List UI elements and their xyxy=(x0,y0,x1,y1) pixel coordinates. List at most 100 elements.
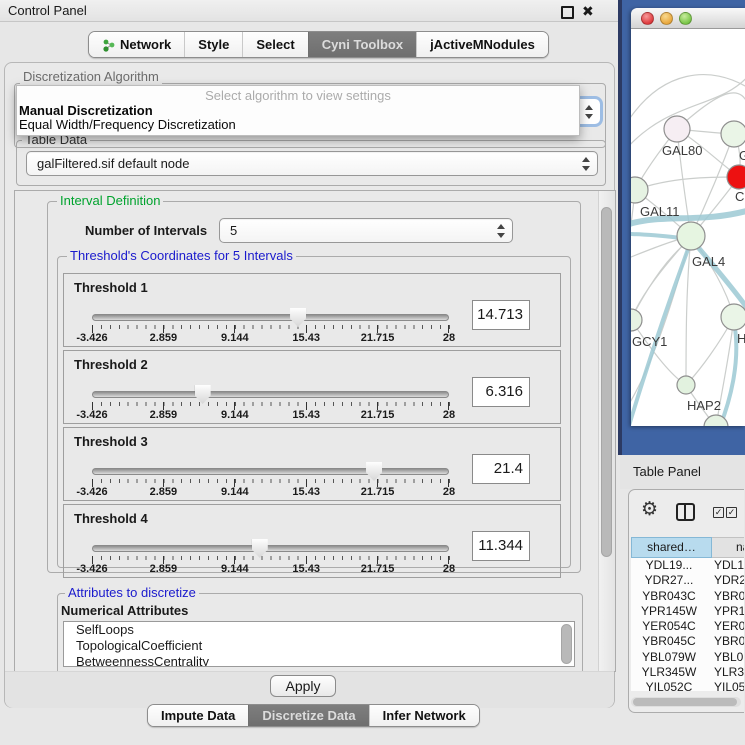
threshold-slider-track[interactable] xyxy=(92,545,449,552)
table-row[interactable]: YBR043CYBR04 xyxy=(631,589,744,604)
combo-arrows-icon xyxy=(582,157,590,171)
gear-icon[interactable]: ⚙ xyxy=(641,498,658,521)
number-of-intervals-label: Number of Intervals xyxy=(85,223,207,238)
close-traffic-light-icon[interactable] xyxy=(641,12,654,25)
column-header-name[interactable]: name xyxy=(712,537,744,558)
close-icon[interactable]: ✖ xyxy=(582,2,594,20)
network-window-titlebar xyxy=(631,8,745,29)
network-node[interactable] xyxy=(721,121,745,147)
checkbox-icon[interactable]: ✓ xyxy=(726,507,737,518)
number-of-intervals-combobox[interactable]: 5 xyxy=(219,218,513,243)
slider-tick-label: -3.426 xyxy=(76,563,107,575)
table-row[interactable]: YBL079WYBL07 xyxy=(631,650,744,665)
dropdown-option-equal-width[interactable]: Equal Width/Frequency Discretization xyxy=(19,117,236,132)
node-label: GAL11 xyxy=(640,204,680,219)
table-row[interactable]: YDR27...YDR27 xyxy=(631,573,744,588)
float-window-icon[interactable] xyxy=(561,6,574,19)
name-cell: YBR04 xyxy=(707,589,744,604)
slider-tick-label: 28 xyxy=(443,486,455,498)
network-window: GAL80GALCGAL11GAL4GCY1HHAP2 xyxy=(631,8,745,426)
shared-name-cell: YDL19... xyxy=(631,558,707,573)
tab-label: jActiveMNodules xyxy=(430,37,535,52)
table-data-combobox[interactable]: galFiltered.sif default node xyxy=(26,151,598,176)
slider-tick-label: 2.859 xyxy=(150,332,178,344)
table-columns-icon[interactable] xyxy=(676,503,695,521)
name-cell: YER05 xyxy=(707,619,744,634)
name-cell: YLR34 xyxy=(707,665,744,680)
table-row[interactable]: YLR345WYLR34 xyxy=(631,665,744,680)
settings-scrollbar[interactable] xyxy=(598,191,615,671)
column-header-shared-name[interactable]: shared… xyxy=(631,537,712,558)
slider-tick-label: 15.43 xyxy=(292,332,320,344)
settings-scrollbar-thumb[interactable] xyxy=(601,207,612,557)
dropdown-prompt: Select algorithm to view settings xyxy=(17,88,579,103)
slider-ticks xyxy=(92,325,450,333)
attribute-list-item[interactable]: BetweennessCentrality xyxy=(64,654,574,667)
tab-network[interactable]: Network xyxy=(89,32,184,57)
interval-definition-label: Interval Definition xyxy=(57,194,163,208)
name-cell: YPR14 xyxy=(707,604,744,619)
network-node[interactable] xyxy=(631,309,642,331)
bottom-tab-impute-data[interactable]: Impute Data xyxy=(148,705,248,726)
tab-jactivemnodules[interactable]: jActiveMNodules xyxy=(416,32,548,57)
threshold-value-field[interactable]: 14.713 xyxy=(472,300,530,330)
dropdown-option-manual-discretization[interactable]: Manual Discretization xyxy=(19,103,153,118)
threshold-slider-track[interactable] xyxy=(92,391,449,398)
threshold-label: Threshold 3 xyxy=(74,434,148,449)
numerical-attributes-label: Numerical Attributes xyxy=(61,603,188,618)
bottom-tab-discretize-data[interactable]: Discretize Data xyxy=(248,705,368,726)
network-node[interactable] xyxy=(721,304,745,330)
network-node[interactable] xyxy=(727,165,745,189)
list-scrollbar-thumb[interactable] xyxy=(561,624,572,664)
apply-button[interactable]: Apply xyxy=(270,675,336,697)
network-node[interactable] xyxy=(631,177,648,203)
table-hscrollbar[interactable] xyxy=(631,697,741,707)
combo-arrows-icon xyxy=(497,224,505,238)
network-node[interactable] xyxy=(677,222,705,250)
tab-label: Network xyxy=(120,37,171,52)
slider-tick-label: 9.144 xyxy=(221,332,249,344)
network-canvas[interactable]: GAL80GALCGAL11GAL4GCY1HHAP2 xyxy=(631,29,745,426)
name-cell: YBR04 xyxy=(707,634,744,649)
zoom-traffic-light-icon[interactable] xyxy=(679,12,692,25)
attributes-group-label: Attributes to discretize xyxy=(65,586,199,600)
table-data-selected-value: galFiltered.sif default node xyxy=(37,156,189,171)
table-panel: ⚙ ✓ ✓ shared… name YDL19...YDL19YDR27...… xyxy=(628,489,744,713)
table-row[interactable]: YER054CYER05 xyxy=(631,619,744,634)
shared-name-cell: YBR043C xyxy=(631,589,707,604)
slider-tick-label: -3.426 xyxy=(76,409,107,421)
bottom-tab-infer-network[interactable]: Infer Network xyxy=(369,705,479,726)
threshold-value-field[interactable]: 21.4 xyxy=(472,454,530,484)
table-row[interactable]: YIL052CYIL05 xyxy=(631,680,744,691)
algorithm-dropdown-popup: Select algorithm to view settings Manual… xyxy=(16,85,580,136)
combo-arrows-icon xyxy=(585,105,593,119)
slider-tick-label: 9.144 xyxy=(221,409,249,421)
checkbox-icon[interactable]: ✓ xyxy=(713,507,724,518)
attribute-list-item[interactable]: SelfLoops xyxy=(64,622,574,638)
network-node[interactable] xyxy=(677,376,695,394)
table-hscrollbar-thumb[interactable] xyxy=(633,698,737,706)
settings-scroll-area: Interval Definition Number of Intervals … xyxy=(14,190,616,672)
numerical-attributes-list[interactable]: SelfLoopsTopologicalCoefficientBetweenne… xyxy=(63,621,575,667)
threshold-slider-track[interactable] xyxy=(92,314,449,321)
tab-label: Impute Data xyxy=(161,708,235,723)
tab-select[interactable]: Select xyxy=(242,32,307,57)
slider-tick-label: 21.715 xyxy=(361,409,395,421)
node-label: GAL4 xyxy=(692,254,725,269)
tab-cyni-toolbox[interactable]: Cyni Toolbox xyxy=(308,32,416,57)
table-row[interactable]: YPR145WYPR14 xyxy=(631,604,744,619)
table-row[interactable]: YDL19...YDL19 xyxy=(631,558,744,573)
threshold-value-field[interactable]: 11.344 xyxy=(472,531,530,561)
bottom-tab-bar: Impute Data Discretize DataInfer Network xyxy=(147,704,480,727)
threshold-value-field[interactable]: 6.316 xyxy=(472,377,530,407)
node-label: H xyxy=(737,331,745,346)
table-row[interactable]: YBR045CYBR04 xyxy=(631,634,744,649)
panel-title: Control Panel xyxy=(8,3,87,18)
discretization-algorithm-label: Discretization Algorithm xyxy=(20,70,162,84)
network-node[interactable] xyxy=(664,116,690,142)
attribute-list-item[interactable]: TopologicalCoefficient xyxy=(64,638,574,654)
threshold-slider-track[interactable] xyxy=(92,468,449,475)
minimize-traffic-light-icon[interactable] xyxy=(660,12,673,25)
tab-style[interactable]: Style xyxy=(184,32,242,57)
node-label: HAP2 xyxy=(687,398,721,413)
